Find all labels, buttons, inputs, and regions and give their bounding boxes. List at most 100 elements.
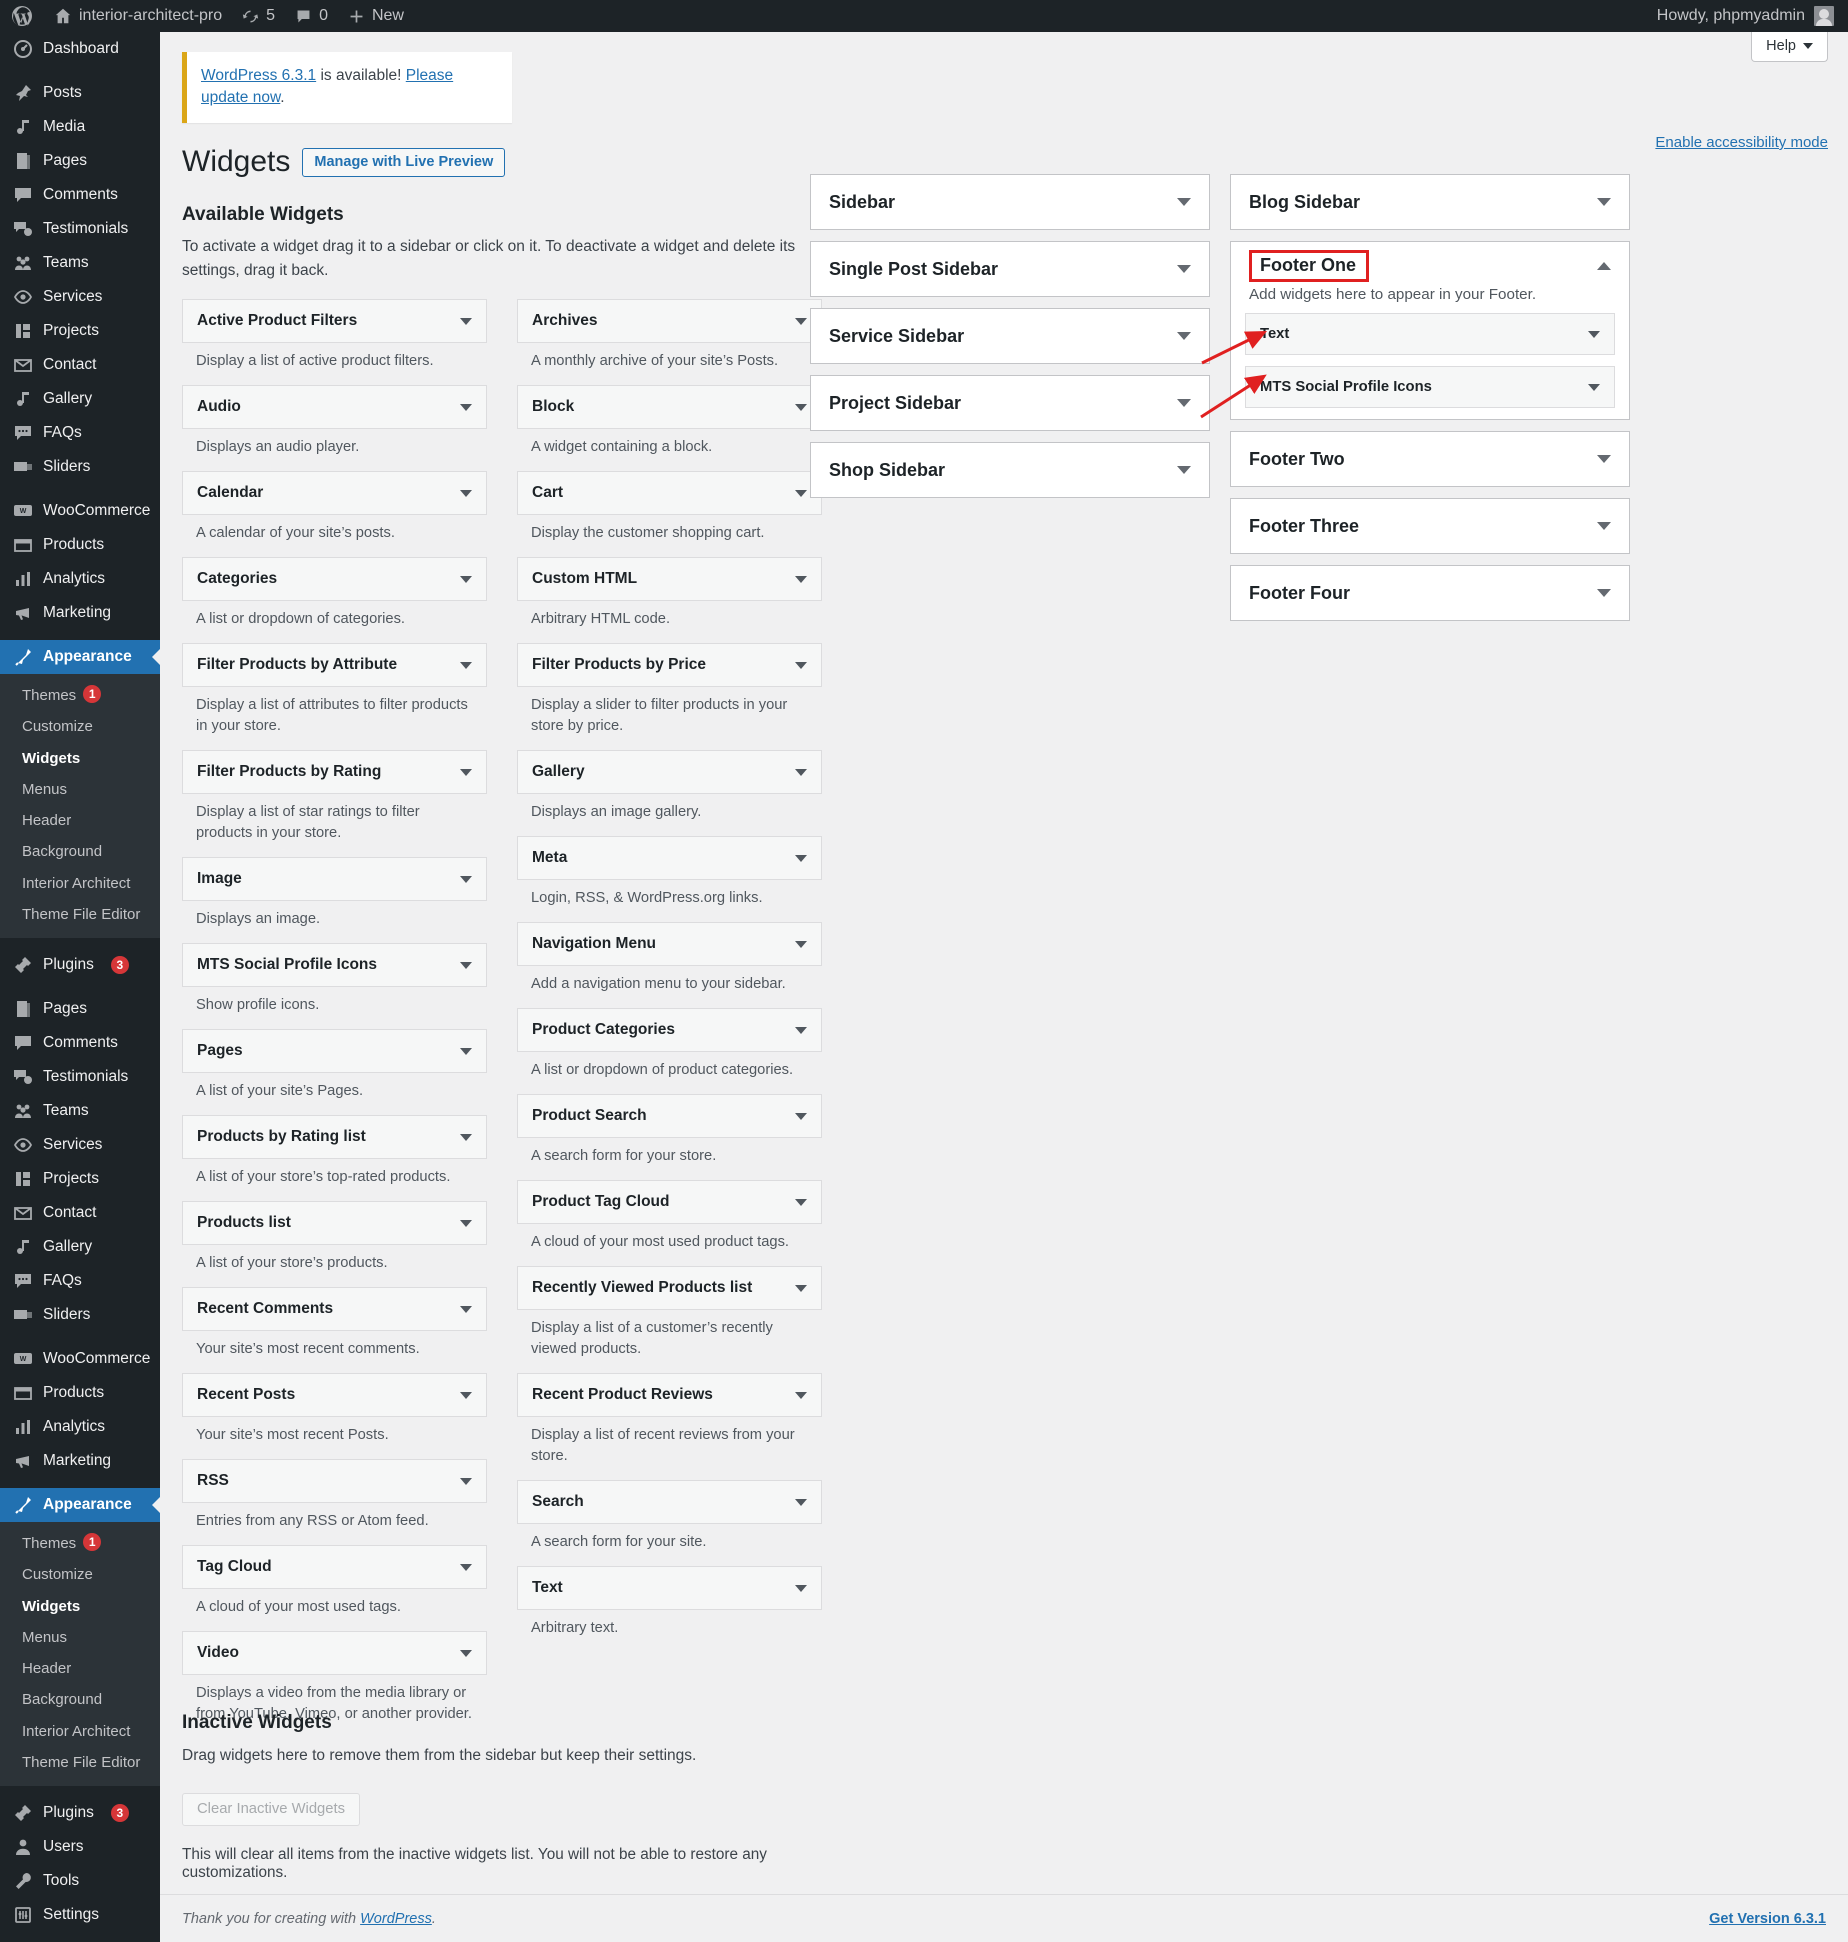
widget-card-audio[interactable]: Audio <box>182 385 487 430</box>
sidebar-panel-header[interactable]: Service Sidebar <box>811 309 1209 363</box>
menu-item-testimonials[interactable]: Testimonials <box>0 1060 160 1094</box>
submenu-item-interior-architect[interactable]: Interior Architect <box>0 1716 160 1747</box>
widget-card-active-product-filters[interactable]: Active Product Filters <box>182 299 487 344</box>
menu-item-teams[interactable]: Teams <box>0 1094 160 1128</box>
sidebar-panel-footer-two[interactable]: Footer Two <box>1230 431 1630 487</box>
menu-item-appearance[interactable]: Appearance <box>0 640 160 674</box>
admin-sidebar-menu[interactable]: Dashboard Posts Media Pages Comments Testimon… <box>0 32 160 1942</box>
menu-item-teams[interactable]: Teams <box>0 246 160 280</box>
widget-card-calendar[interactable]: Calendar <box>182 471 487 516</box>
wp-logo-menu[interactable] <box>0 0 44 32</box>
menu-item-pages[interactable]: Pages <box>0 992 160 1026</box>
submenu-item-interior-architect[interactable]: Interior Architect <box>0 868 160 899</box>
menu-item-media[interactable]: Media <box>0 110 160 144</box>
chevron-down-icon[interactable] <box>1597 589 1611 597</box>
menu-item-gallery[interactable]: Gallery <box>0 1230 160 1264</box>
widget-card-product-tag-cloud[interactable]: Product Tag Cloud <box>517 1180 822 1225</box>
sidebar-panel-sidebar[interactable]: Sidebar <box>810 174 1210 230</box>
menu-item-plugins[interactable]: Plugins 3 <box>0 1796 160 1830</box>
menu-item-gallery[interactable]: Gallery <box>0 382 160 416</box>
chevron-up-icon[interactable] <box>1597 262 1611 270</box>
chevron-down-icon[interactable] <box>1177 265 1191 273</box>
chevron-down-icon[interactable] <box>1177 466 1191 474</box>
menu-item-projects[interactable]: Projects <box>0 314 160 348</box>
new-content-menu[interactable]: New <box>338 0 414 32</box>
widget-card-image[interactable]: Image <box>182 857 487 902</box>
submenu-item-themes[interactable]: Themes 1 <box>0 1528 160 1559</box>
widget-card-gallery[interactable]: Gallery <box>517 750 822 795</box>
assigned-widget-mts-social-profile-icons[interactable]: MTS Social Profile Icons <box>1245 366 1615 408</box>
widget-card-mts-social-profile-icons[interactable]: MTS Social Profile Icons <box>182 943 487 988</box>
get-version-link[interactable]: Get Version 6.3.1 <box>1709 1911 1826 1927</box>
chevron-down-icon[interactable] <box>1597 522 1611 530</box>
sidebar-panel-header[interactable]: Blog Sidebar <box>1231 175 1629 229</box>
submenu-item-widgets[interactable]: Widgets <box>0 1591 160 1622</box>
menu-item-projects[interactable]: Projects <box>0 1162 160 1196</box>
submenu-item-theme-file-editor[interactable]: Theme File Editor <box>0 1747 160 1778</box>
submenu-item-themes[interactable]: Themes 1 <box>0 680 160 711</box>
menu-item-sliders[interactable]: Sliders <box>0 1298 160 1332</box>
menu-item-appearance[interactable]: Appearance <box>0 1488 160 1522</box>
submenu-item-menus[interactable]: Menus <box>0 1622 160 1653</box>
chevron-down-icon[interactable] <box>1177 332 1191 340</box>
menu-item-marketing[interactable]: Marketing <box>0 596 160 630</box>
submenu-item-customize[interactable]: Customize <box>0 711 160 742</box>
menu-item-comments[interactable]: Comments <box>0 178 160 212</box>
menu-item-marketing[interactable]: Marketing <box>0 1444 160 1478</box>
menu-item-users[interactable]: Users <box>0 1830 160 1864</box>
sidebar-panel-footer-four[interactable]: Footer Four <box>1230 565 1630 621</box>
menu-item-testimonials[interactable]: Testimonials <box>0 212 160 246</box>
widget-card-search[interactable]: Search <box>517 1480 822 1525</box>
sidebar-panel-shop-sidebar[interactable]: Shop Sidebar <box>810 442 1210 498</box>
menu-item-products[interactable]: Products <box>0 1376 160 1410</box>
sidebar-panel-footer-one[interactable]: Footer One Add widgets here to appear in … <box>1230 241 1630 420</box>
menu-item-woocommerce[interactable]: W WooCommerce <box>0 1342 160 1376</box>
submenu-item-header[interactable]: Header <box>0 805 160 836</box>
widget-card-pages[interactable]: Pages <box>182 1029 487 1074</box>
submenu-item-customize[interactable]: Customize <box>0 1559 160 1590</box>
submenu-item-background[interactable]: Background <box>0 836 160 867</box>
widget-card-block[interactable]: Block <box>517 385 822 430</box>
widget-card-categories[interactable]: Categories <box>182 557 487 602</box>
widget-card-video[interactable]: Video <box>182 1631 487 1676</box>
sidebar-panel-header[interactable]: Sidebar <box>811 175 1209 229</box>
menu-item-analytics[interactable]: Analytics <box>0 562 160 596</box>
submenu-item-header[interactable]: Header <box>0 1653 160 1684</box>
menu-item-woocommerce[interactable]: W WooCommerce <box>0 494 160 528</box>
chevron-down-icon[interactable] <box>1177 399 1191 407</box>
submenu-item-theme-file-editor[interactable]: Theme File Editor <box>0 899 160 930</box>
sidebar-panel-project-sidebar[interactable]: Project Sidebar <box>810 375 1210 431</box>
menu-item-dashboard[interactable]: Dashboard <box>0 32 160 66</box>
sidebar-panel-header[interactable]: Shop Sidebar <box>811 443 1209 497</box>
wordpress-version-link[interactable]: WordPress 6.3.1 <box>201 67 316 84</box>
widget-card-text[interactable]: Text <box>517 1566 822 1611</box>
submenu-item-background[interactable]: Background <box>0 1684 160 1715</box>
menu-item-sliders[interactable]: Sliders <box>0 450 160 484</box>
sidebar-panel-header[interactable]: Project Sidebar <box>811 376 1209 430</box>
widget-card-tag-cloud[interactable]: Tag Cloud <box>182 1545 487 1590</box>
menu-item-posts[interactable]: Posts <box>0 76 160 110</box>
menu-item-tools[interactable]: Tools <box>0 1864 160 1898</box>
widget-card-filter-products-by-attribute[interactable]: Filter Products by Attribute <box>182 643 487 688</box>
menu-item-plugins[interactable]: Plugins 3 <box>0 948 160 982</box>
widget-card-filter-products-by-rating[interactable]: Filter Products by Rating <box>182 750 487 795</box>
chevron-down-icon[interactable] <box>1177 198 1191 206</box>
widget-card-products-by-rating-list[interactable]: Products by Rating list <box>182 1115 487 1160</box>
help-tab-button[interactable]: Help <box>1751 32 1828 62</box>
menu-item-faqs[interactable]: FAQs <box>0 1264 160 1298</box>
clear-inactive-widgets-button[interactable]: Clear Inactive Widgets <box>182 1793 361 1826</box>
comments-menu[interactable]: 0 <box>285 0 338 32</box>
wordpress-link[interactable]: WordPress <box>360 1911 432 1927</box>
widget-card-product-categories[interactable]: Product Categories <box>517 1008 822 1053</box>
widget-card-archives[interactable]: Archives <box>517 299 822 344</box>
widget-card-products-list[interactable]: Products list <box>182 1201 487 1246</box>
sidebar-panel-header[interactable]: Footer Three <box>1231 499 1629 553</box>
widget-card-recent-comments[interactable]: Recent Comments <box>182 1287 487 1332</box>
site-name-menu[interactable]: interior-architect-pro <box>44 0 232 32</box>
submenu-item-widgets[interactable]: Widgets <box>0 743 160 774</box>
widget-card-cart[interactable]: Cart <box>517 471 822 516</box>
sidebar-panel-footer-three[interactable]: Footer Three <box>1230 498 1630 554</box>
submenu-item-menus[interactable]: Menus <box>0 774 160 805</box>
menu-item-services[interactable]: Services <box>0 1128 160 1162</box>
sidebar-panel-blog-sidebar[interactable]: Blog Sidebar <box>1230 174 1630 230</box>
